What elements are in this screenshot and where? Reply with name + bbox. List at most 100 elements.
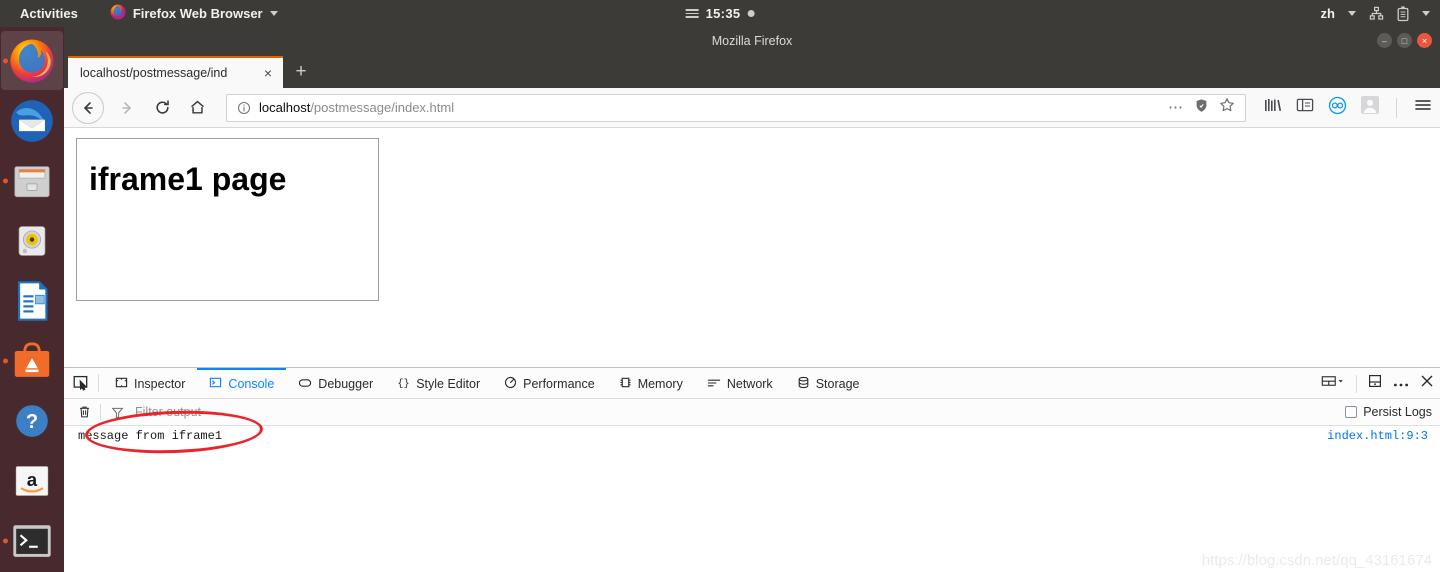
dock-item-thunderbird[interactable] (1, 91, 63, 150)
tab-label: Console (228, 377, 275, 391)
tab-title: localhost/postmessage/ind (80, 66, 228, 80)
tab-label: Storage (815, 377, 860, 391)
tracking-protection-shield-icon[interactable] (1194, 98, 1209, 118)
minimize-button[interactable]: – (1377, 33, 1392, 48)
new-tab-button[interactable]: + (283, 56, 319, 88)
svg-text:?: ? (26, 411, 38, 433)
terminal-icon (13, 525, 51, 558)
devtools-options-icon[interactable] (1393, 375, 1409, 393)
svg-text:a: a (27, 469, 38, 490)
persist-logs-checkbox[interactable] (1345, 406, 1358, 418)
close-devtools-icon[interactable] (1420, 374, 1434, 393)
tab-network[interactable]: Network (695, 368, 785, 398)
dock-item-terminal[interactable] (1, 512, 63, 571)
ubuntu-software-icon (14, 342, 50, 377)
reload-button[interactable] (146, 93, 178, 123)
element-picker-button[interactable] (64, 368, 98, 398)
close-button[interactable]: × (1417, 33, 1432, 48)
top-bar-left: Activities Firefox Web Browser (0, 4, 286, 23)
responsive-design-mode-button[interactable] (1321, 374, 1345, 393)
dock-item-ubuntu-software[interactable] (1, 332, 63, 391)
tab-performance[interactable]: Performance (492, 368, 607, 398)
console-message-row[interactable]: message from iframe1 index.html:9:3 (64, 426, 1440, 446)
page-actions-icon[interactable]: ⋯ (1168, 100, 1184, 115)
filter-output-input[interactable]: Filter output (129, 405, 201, 419)
toolbar-right-icons (1252, 96, 1432, 120)
console-source-link[interactable]: index.html:9:3 (1327, 429, 1428, 443)
calendar-menu-icon (685, 7, 699, 21)
developer-tools-panel: Inspector Console Debugger {} Style Edit… (64, 367, 1440, 572)
url-host: localhost (259, 100, 311, 115)
tab-label: Inspector (134, 377, 186, 391)
tab-debugger[interactable]: Debugger (286, 368, 385, 398)
browser-tab-active[interactable]: localhost/postmessage/ind × (68, 56, 283, 88)
tab-strip: localhost/postmessage/ind × + (64, 54, 1440, 88)
filter-funnel-icon[interactable] (105, 406, 129, 419)
devtools-tab-bar: Inspector Console Debugger {} Style Edit… (64, 368, 1440, 399)
input-language-label: zh (1320, 6, 1335, 21)
url-text: localhost/postmessage/index.html (253, 100, 1168, 115)
tab-label: Debugger (318, 377, 374, 391)
tab-style-editor[interactable]: {} Style Editor (385, 368, 492, 398)
console-output: message from iframe1 index.html:9:3 (64, 426, 1440, 572)
screen: Activities Firefox Web Browser 15:35 zh … (0, 0, 1440, 572)
dock-item-help[interactable]: ? (1, 392, 63, 451)
battery-icon (1397, 5, 1409, 22)
dock-item-files[interactable] (1, 151, 63, 210)
dock-item-firefox[interactable] (1, 31, 63, 91)
rhythmbox-icon (18, 226, 46, 256)
window-titlebar: Mozilla Firefox – □ × (64, 27, 1440, 54)
tab-label: Style Editor (416, 377, 481, 391)
tab-label: Memory (637, 377, 683, 391)
storage-icon (797, 376, 810, 392)
running-indicator-dot (3, 178, 8, 184)
app-menu-firefox[interactable]: Firefox Web Browser (102, 4, 286, 23)
bookmark-star-icon[interactable] (1219, 97, 1235, 118)
activities-button[interactable]: Activities (10, 6, 88, 21)
dock-item-rhythmbox[interactable] (1, 211, 63, 270)
running-indicator-dot (3, 538, 8, 544)
iframe1-frame: iframe1 page (76, 138, 379, 301)
console-icon (209, 376, 222, 392)
dock-item-amazon[interactable]: a (1, 452, 63, 511)
tab-inspector[interactable]: Inspector (103, 368, 197, 398)
svg-text:{}: {} (398, 378, 410, 389)
console-message-text: message from iframe1 (78, 429, 223, 443)
amazon-icon: a (15, 466, 49, 497)
hamburger-menu-icon[interactable] (1414, 97, 1432, 118)
forward-button[interactable] (111, 93, 143, 123)
tab-label: Performance (523, 377, 595, 391)
home-button[interactable] (181, 93, 213, 123)
help-icon: ? (16, 405, 48, 438)
style-editor-icon: {} (397, 376, 410, 392)
top-bar-status-area[interactable]: zh (1321, 0, 1430, 27)
dock-item-libreoffice-writer[interactable] (1, 271, 63, 330)
firefox-window: Mozilla Firefox – □ × localhost/postmess… (64, 27, 1440, 572)
top-bar-clock-area[interactable]: 15:35 (685, 6, 755, 21)
memory-icon (619, 376, 632, 392)
library-icon[interactable] (1264, 97, 1282, 118)
iframe1-heading: iframe1 page (89, 161, 287, 197)
dock-position-button[interactable] (1368, 374, 1382, 393)
tab-label: Network (726, 377, 773, 391)
tab-storage[interactable]: Storage (785, 368, 872, 398)
sidebar-icon[interactable] (1296, 97, 1314, 118)
back-button[interactable] (72, 91, 104, 124)
clear-console-trash-icon[interactable] (72, 405, 96, 419)
network-icon (707, 377, 721, 392)
maximize-button[interactable]: □ (1397, 33, 1412, 48)
url-bar[interactable]: localhost/postmessage/index.html ⋯ (226, 93, 1246, 122)
tab-close-icon[interactable]: × (259, 64, 277, 82)
language-chevron-down-icon (1348, 11, 1356, 16)
window-controls: – □ × (1377, 27, 1432, 54)
account-avatar-icon[interactable] (1361, 96, 1379, 119)
watermark-text: https://blog.csdn.net/qq_43161674 (1201, 552, 1432, 569)
persist-logs-toggle[interactable]: Persist Logs (1345, 405, 1432, 419)
tab-memory[interactable]: Memory (607, 368, 695, 398)
performance-icon (504, 376, 517, 392)
running-indicator-dot (3, 358, 8, 364)
site-information-icon[interactable] (235, 101, 253, 115)
devtools-tabs: Inspector Console Debugger {} Style Edit… (99, 368, 871, 398)
tab-console[interactable]: Console (197, 368, 287, 398)
sync-icon[interactable] (1328, 96, 1347, 120)
